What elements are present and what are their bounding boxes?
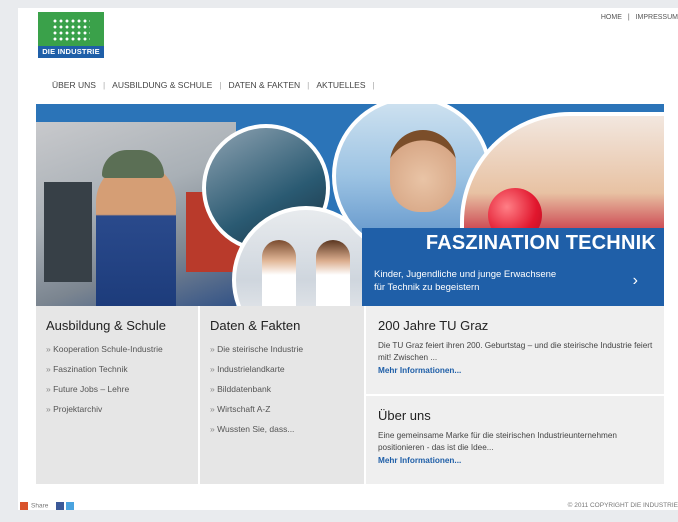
nav-ueber-uns[interactable]: ÜBER UNS xyxy=(52,80,96,90)
machine-shape xyxy=(44,182,92,282)
list-link[interactable]: Faszination Technik xyxy=(46,364,163,374)
more-info-link[interactable]: Mehr Informationen... xyxy=(378,366,461,375)
hero-caption-box[interactable]: FASZINATION TECHNIK Kinder, Jugendliche … xyxy=(362,228,664,306)
list-link[interactable]: Industrielandkarte xyxy=(210,364,303,374)
list-link[interactable]: Future Jobs – Lehre xyxy=(46,384,163,394)
link-list: Die steirische Industrie Industrielandka… xyxy=(210,344,303,444)
impressum-link[interactable]: IMPRESSUM xyxy=(636,14,678,21)
hero-subtitle-line2: für Technik zu begeistern xyxy=(374,282,480,293)
section-ausbildung: Ausbildung & Schule Kooperation Schule-I… xyxy=(36,306,198,484)
divider: | xyxy=(627,14,630,21)
cap-shape xyxy=(102,150,164,178)
top-links: HOME | IMPRESSUM xyxy=(597,14,678,21)
list-link[interactable]: Wussten Sie, dass... xyxy=(210,424,303,434)
nav-separator: | xyxy=(307,80,310,90)
hero-photo-worker xyxy=(36,122,246,306)
nav-separator: | xyxy=(372,80,375,90)
footer: Share © 2011 COPYRIGHT DIE INDUSTRIE xyxy=(18,500,678,514)
news-item: 200 Jahre TU Graz Die TU Graz feiert ihr… xyxy=(366,306,664,394)
more-info-link[interactable]: Mehr Informationen... xyxy=(378,456,461,465)
nav-aktuelles[interactable]: AKTUELLES xyxy=(316,80,365,90)
share-bar[interactable]: Share xyxy=(20,502,75,510)
share-icon[interactable] xyxy=(20,502,28,510)
main-nav: ÜBER UNS | AUSBILDUNG & SCHULE | DATEN & FAK… xyxy=(52,80,382,90)
section-heading: Daten & Fakten xyxy=(210,318,301,333)
list-link[interactable]: Die steirische Industrie xyxy=(210,344,303,354)
list-link[interactable]: Projektarchiv xyxy=(46,404,163,414)
home-link[interactable]: HOME xyxy=(601,14,622,21)
share-label[interactable]: Share xyxy=(31,503,48,510)
news-column: 200 Jahre TU Graz Die TU Graz feiert ihr… xyxy=(366,306,664,484)
section-daten: Daten & Fakten Die steirische Industrie … xyxy=(200,306,364,484)
news-text: Die TU Graz feiert ihren 200. Geburtstag… xyxy=(378,341,653,362)
hero-title: FASZINATION TECHNIK xyxy=(425,232,656,254)
hero-subtitle-line1: Kinder, Jugendliche und junge Erwachsene xyxy=(374,269,557,280)
news-heading: Über uns xyxy=(378,408,431,423)
nav-daten-fakten[interactable]: DATEN & FAKTEN xyxy=(229,80,301,90)
twitter-icon[interactable] xyxy=(66,502,75,510)
nav-separator: | xyxy=(219,80,222,90)
list-link[interactable]: Bilddatenbank xyxy=(210,384,303,394)
news-item: Über uns Eine gemeinsame Marke für die s… xyxy=(366,396,664,484)
news-heading: 200 Jahre TU Graz xyxy=(378,318,489,333)
nav-ausbildung-schule[interactable]: AUSBILDUNG & SCHULE xyxy=(112,80,212,90)
copyright: © 2011 COPYRIGHT DIE INDUSTRIE xyxy=(567,502,678,509)
logo[interactable]: DIE INDUSTRIE xyxy=(38,12,104,58)
news-text: Eine gemeinsame Marke für die steirische… xyxy=(378,431,617,452)
hero-banner[interactable]: FASZINATION TECHNIK Kinder, Jugendliche … xyxy=(36,104,664,306)
link-list: Kooperation Schule-Industrie Faszination… xyxy=(46,344,163,424)
lab-person-2 xyxy=(316,240,350,306)
hero-photo-child xyxy=(460,112,664,244)
nav-separator: | xyxy=(102,80,106,90)
lab-person-1 xyxy=(262,240,296,306)
list-link[interactable]: Kooperation Schule-Industrie xyxy=(46,344,163,354)
page: DIE INDUSTRIE HOME | IMPRESSUM ÜBER UNS |… xyxy=(18,8,678,510)
list-link[interactable]: Wirtschaft A-Z xyxy=(210,404,303,414)
section-heading: Ausbildung & Schule xyxy=(46,318,166,333)
student-face-shape xyxy=(390,130,456,212)
logo-text: DIE INDUSTRIE xyxy=(38,46,104,58)
hero-subtitle: Kinder, Jugendliche und junge Erwachsene… xyxy=(374,268,556,294)
worker-shape xyxy=(96,162,176,306)
chevron-right-icon[interactable]: › xyxy=(633,272,638,290)
logo-dots-icon xyxy=(52,18,90,42)
facebook-icon[interactable] xyxy=(56,502,65,510)
